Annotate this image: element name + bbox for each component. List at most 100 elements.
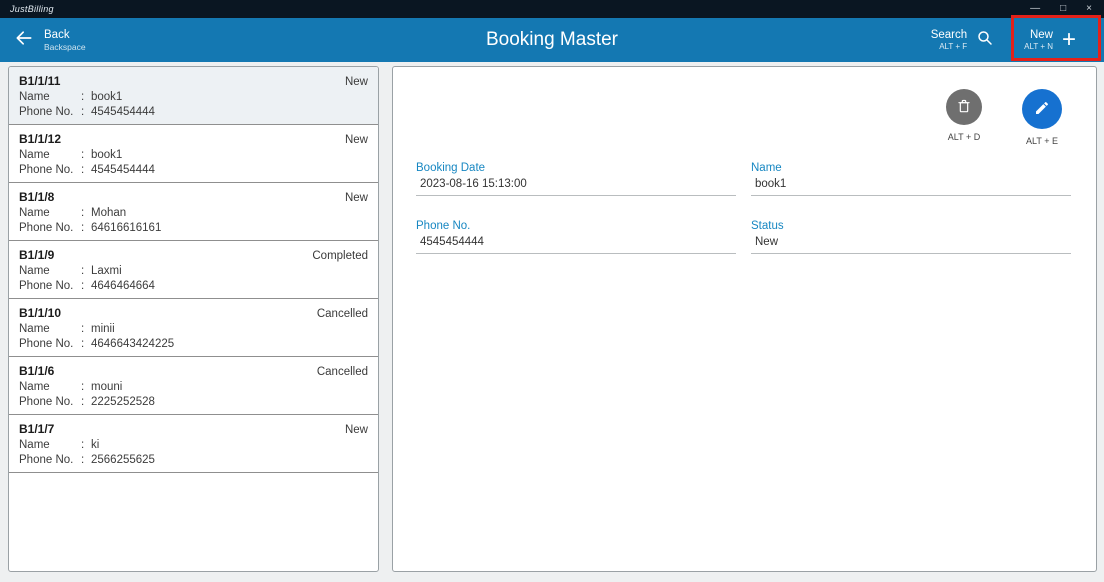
colon: : — [81, 222, 91, 234]
colon: : — [81, 106, 91, 118]
search-label: Search — [931, 28, 967, 42]
booking-status: New — [345, 76, 368, 88]
search-shortcut: ALT + F — [939, 42, 967, 52]
phone-label: Phone No. — [19, 106, 81, 118]
phone-label: Phone No. — [19, 164, 81, 176]
booking-status: New — [345, 134, 368, 146]
colon: : — [81, 323, 91, 335]
header-actions: Search ALT + F New ALT + N + — [931, 28, 1090, 52]
booking-name-value: Mohan — [91, 207, 126, 219]
booking-code: B1/1/12 — [19, 132, 61, 146]
colon: : — [81, 338, 91, 350]
colon: : — [81, 454, 91, 466]
field-value: book1 — [751, 178, 1071, 196]
edit-shortcut: ALT + E — [1026, 136, 1058, 146]
booking-status: New — [345, 424, 368, 436]
field-value: 4545454444 — [416, 236, 736, 254]
booking-status: Completed — [312, 250, 368, 262]
booking-code: B1/1/10 — [19, 306, 61, 320]
colon: : — [81, 439, 91, 451]
colon: : — [81, 207, 91, 219]
detail-fields: Booking Date 2023-08-16 15:13:00 Name bo… — [393, 146, 1096, 278]
booking-code: B1/1/11 — [19, 74, 60, 88]
booking-phone-value: 4646464664 — [91, 280, 155, 292]
booking-list-item[interactable]: B1/1/11 New Name : book1 Phone No. : 454… — [9, 67, 378, 125]
phone-label: Phone No. — [19, 396, 81, 408]
colon: : — [81, 91, 91, 103]
booking-phone-value: 4646643424225 — [91, 338, 174, 350]
phone-label: Phone No. — [19, 454, 81, 466]
colon: : — [81, 265, 91, 277]
field-value: New — [751, 236, 1071, 254]
search-icon — [976, 29, 994, 52]
booking-phone-value: 64616616161 — [91, 222, 161, 234]
booking-list-item[interactable]: B1/1/10 Cancelled Name : minii Phone No.… — [9, 299, 378, 357]
name-label: Name — [19, 439, 81, 451]
header-bar: Back Backspace Booking Master Search ALT… — [0, 18, 1104, 62]
booking-list-panel: B1/1/11 New Name : book1 Phone No. : 454… — [8, 66, 379, 572]
field-status: Status New — [751, 220, 1071, 254]
app-window: JustBilling — □ × Back Backspace Booking… — [0, 0, 1104, 582]
booking-code: B1/1/9 — [19, 248, 54, 262]
new-label: New — [1030, 28, 1053, 42]
delete-shortcut: ALT + D — [948, 132, 980, 142]
back-label: Back — [44, 28, 86, 42]
booking-code: B1/1/7 — [19, 422, 54, 436]
booking-code: B1/1/6 — [19, 364, 54, 378]
detail-actions: ALT + D ALT + E — [393, 67, 1096, 146]
booking-list: B1/1/11 New Name : book1 Phone No. : 454… — [9, 67, 378, 473]
minimize-button[interactable]: — — [1030, 4, 1040, 14]
booking-phone-value: 4545454444 — [91, 106, 155, 118]
booking-name-value: Laxmi — [91, 265, 122, 277]
phone-label: Phone No. — [19, 222, 81, 234]
back-shortcut: Backspace — [44, 42, 86, 53]
titlebar: JustBilling — □ × — [0, 0, 1104, 18]
maximize-button[interactable]: □ — [1060, 4, 1066, 14]
search-button[interactable]: Search ALT + F — [931, 28, 994, 52]
field-label: Name — [751, 162, 1071, 174]
name-label: Name — [19, 207, 81, 219]
booking-detail-panel: ALT + D ALT + E Booking Date 2023-08-16 … — [392, 66, 1097, 572]
field-booking-date: Booking Date 2023-08-16 15:13:00 — [416, 162, 736, 196]
colon: : — [81, 164, 91, 176]
booking-name-value: mouni — [91, 381, 122, 393]
name-label: Name — [19, 323, 81, 335]
colon: : — [81, 149, 91, 161]
booking-list-item[interactable]: B1/1/6 Cancelled Name : mouni Phone No. … — [9, 357, 378, 415]
new-button[interactable]: New ALT + N + — [1024, 28, 1090, 52]
booking-phone-value: 4545454444 — [91, 164, 155, 176]
edit-button[interactable] — [1022, 89, 1062, 129]
back-button[interactable]: Back Backspace — [14, 28, 86, 53]
booking-name-value: ki — [91, 439, 99, 451]
booking-name-value: minii — [91, 323, 115, 335]
name-label: Name — [19, 149, 81, 161]
phone-label: Phone No. — [19, 280, 81, 292]
booking-status: Cancelled — [317, 366, 368, 378]
booking-list-item[interactable]: B1/1/12 New Name : book1 Phone No. : 454… — [9, 125, 378, 183]
booking-code: B1/1/8 — [19, 190, 54, 204]
pencil-icon — [1034, 100, 1050, 119]
delete-button[interactable] — [946, 89, 982, 125]
colon: : — [81, 396, 91, 408]
booking-name-value: book1 — [91, 149, 122, 161]
field-value: 2023-08-16 15:13:00 — [416, 178, 736, 196]
close-button[interactable]: × — [1086, 4, 1092, 14]
phone-label: Phone No. — [19, 338, 81, 350]
booking-list-item[interactable]: B1/1/7 New Name : ki Phone No. : 2566255… — [9, 415, 378, 473]
booking-list-item[interactable]: B1/1/9 Completed Name : Laxmi Phone No. … — [9, 241, 378, 299]
booking-status: New — [345, 192, 368, 204]
window-controls: — □ × — [1030, 4, 1092, 14]
booking-name-value: book1 — [91, 91, 122, 103]
trash-icon — [956, 98, 972, 117]
colon: : — [81, 280, 91, 292]
name-label: Name — [19, 381, 81, 393]
field-label: Booking Date — [416, 162, 736, 174]
field-label: Status — [751, 220, 1071, 232]
name-label: Name — [19, 265, 81, 277]
back-arrow-icon — [14, 28, 34, 53]
field-name: Name book1 — [751, 162, 1071, 196]
field-phone: Phone No. 4545454444 — [416, 220, 736, 254]
booking-list-item[interactable]: B1/1/8 New Name : Mohan Phone No. : 6461… — [9, 183, 378, 241]
new-shortcut: ALT + N — [1024, 42, 1053, 52]
colon: : — [81, 381, 91, 393]
